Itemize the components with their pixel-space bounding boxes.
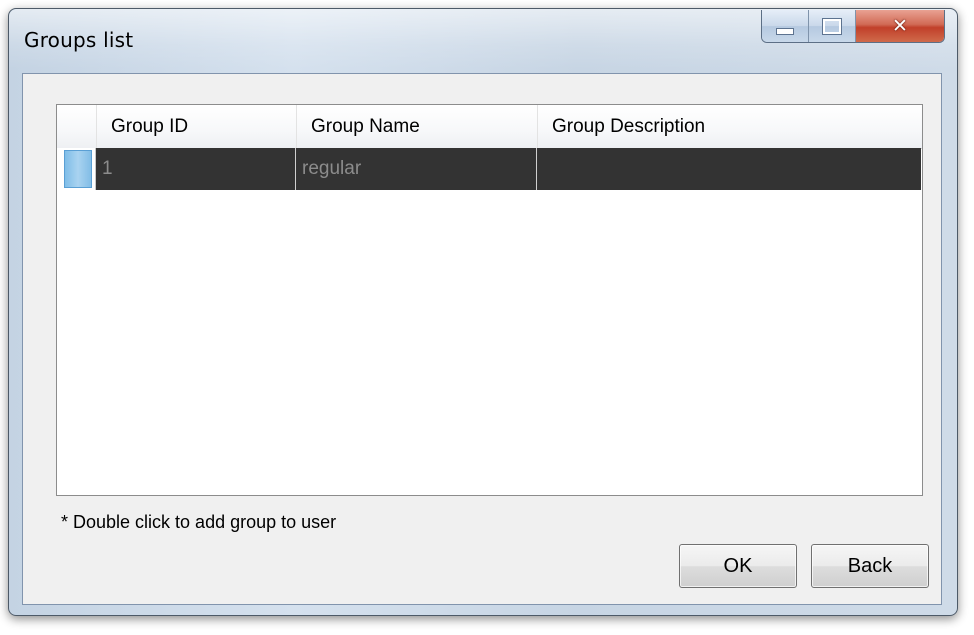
close-icon: ✕ [892, 15, 908, 37]
hint-text: * Double click to add group to user [61, 512, 337, 532]
groups-list-window: Groups list ✕ Group ID Group Name Group … [8, 8, 958, 616]
dialog-client-area: Group ID Group Name Group Description 1 … [22, 73, 942, 605]
table-row[interactable]: 1 regular [57, 148, 922, 190]
minimize-button[interactable] [762, 10, 809, 42]
grid-header-corner [57, 105, 97, 148]
groups-grid[interactable]: Group ID Group Name Group Description 1 … [56, 104, 923, 496]
close-button[interactable]: ✕ [856, 10, 944, 42]
row-selector [64, 150, 92, 188]
grid-header: Group ID Group Name Group Description [57, 105, 922, 149]
cell-group-description[interactable] [537, 148, 921, 190]
row-header[interactable] [57, 148, 96, 190]
caption-buttons: ✕ [761, 10, 945, 43]
column-header-group-name[interactable]: Group Name [297, 105, 538, 148]
window-title: Groups list [24, 28, 134, 52]
back-button[interactable]: Back [811, 544, 929, 588]
maximize-button[interactable] [809, 10, 856, 42]
maximize-icon [822, 17, 842, 35]
column-header-group-id[interactable]: Group ID [97, 105, 297, 148]
column-header-group-description[interactable]: Group Description [538, 105, 922, 148]
cell-group-name[interactable]: regular [296, 148, 537, 190]
minimize-icon [776, 27, 794, 35]
cell-group-id[interactable]: 1 [96, 148, 296, 190]
ok-button[interactable]: OK [679, 544, 797, 588]
